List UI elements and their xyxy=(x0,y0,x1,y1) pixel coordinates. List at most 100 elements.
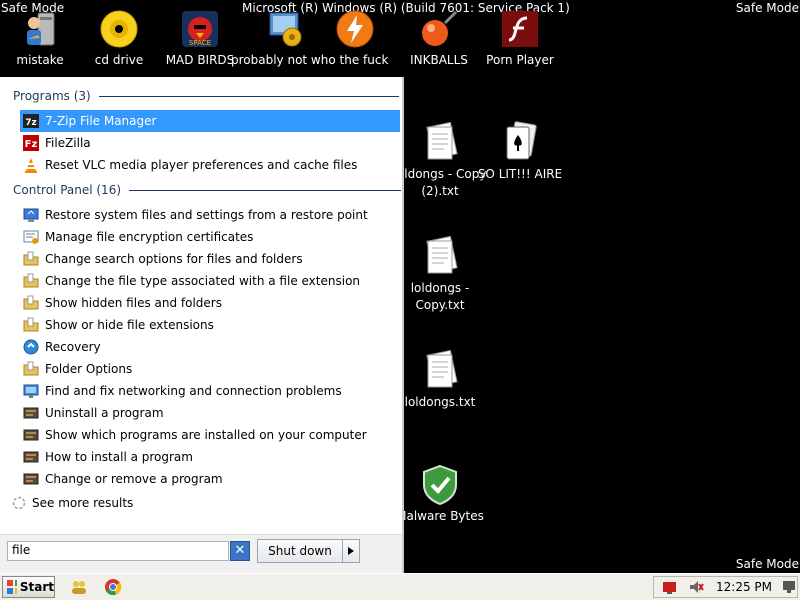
control-panel-item-hidden-files[interactable]: Show hidden files and folders xyxy=(20,292,400,314)
control-panel-label: Change or remove a program xyxy=(45,472,223,486)
heading-divider xyxy=(129,189,402,191)
certificate-icon xyxy=(23,229,39,245)
desktop-icon-label: loldongs.txt xyxy=(404,395,476,409)
svg-text:Fz: Fz xyxy=(25,139,38,150)
programs-heading: Programs (3) xyxy=(13,89,399,103)
control-panel-label: How to install a program xyxy=(45,450,193,464)
desktop-icon-label: probably not who the fuck xyxy=(231,53,389,67)
mad-birds-icon: SPACE xyxy=(180,8,220,50)
action-center-icon[interactable] xyxy=(662,579,678,595)
program-label: 7-Zip File Manager xyxy=(45,114,157,128)
program-label: Reset VLC media player preferences and c… xyxy=(45,158,358,172)
control-panel-label: Manage file encryption certificates xyxy=(45,230,254,244)
folder-options-icon xyxy=(23,273,39,289)
control-panel-item-networking[interactable]: Find and fix networking and connection p… xyxy=(20,380,400,402)
programs-icon xyxy=(23,471,39,487)
filezilla-icon: Fz xyxy=(23,135,39,151)
quicklaunch-item-contacts[interactable] xyxy=(70,578,88,600)
settings-program-icon xyxy=(266,8,306,50)
control-panel-item-file-extensions[interactable]: Show or hide file extensions xyxy=(20,314,400,336)
svg-text:7z: 7z xyxy=(25,118,37,128)
quicklaunch-item-chrome[interactable] xyxy=(104,578,122,600)
heading-divider xyxy=(98,95,399,97)
installer-icon xyxy=(20,8,60,50)
shutdown-options-button[interactable] xyxy=(342,539,360,563)
shutdown-button[interactable]: Shut down xyxy=(257,539,342,563)
desktop-icon-label: Malware Bytes xyxy=(396,509,484,523)
folder-options-icon xyxy=(23,251,39,267)
shield-check-icon xyxy=(420,464,460,506)
see-more-label: See more results xyxy=(32,496,134,510)
desktop-icon-label: SO LIT!!! AIRE xyxy=(477,167,563,181)
control-panel-label: Find and fix networking and connection p… xyxy=(45,384,342,398)
control-panel-item-file-type[interactable]: Change the file type associated with a f… xyxy=(20,270,400,292)
people-icon xyxy=(72,581,86,594)
control-panel-label: Change search options for files and fold… xyxy=(45,252,303,266)
control-panel-heading: Control Panel (16) xyxy=(13,183,402,197)
flash-player-icon xyxy=(500,8,540,50)
search-input[interactable]: file xyxy=(7,541,229,561)
desktop-icon-porn-player[interactable]: Porn Player xyxy=(472,8,568,69)
control-panel-label: Show hidden files and folders xyxy=(45,296,222,310)
control-panel-item-uninstall[interactable]: Uninstall a program xyxy=(20,402,400,424)
recovery-icon xyxy=(23,339,39,355)
search-results-icon xyxy=(12,496,26,510)
desktop-icon-loldongs-copy[interactable]: loldongs - Copy.txt xyxy=(392,235,488,314)
control-panel-item-installed-programs[interactable]: Show which programs are installed on you… xyxy=(20,424,400,446)
control-panel-label: Folder Options xyxy=(45,362,133,376)
folder-options-icon xyxy=(23,295,39,311)
tray-overflow[interactable] xyxy=(782,579,796,599)
clock[interactable]: 12:25 PM xyxy=(716,580,772,594)
control-panel-item-encryption[interactable]: Manage file encryption certificates xyxy=(20,226,400,248)
control-panel-item-recovery[interactable]: Recovery xyxy=(20,336,400,358)
start-menu: Programs (3) 7z 7-Zip File Manager Fz Fi… xyxy=(0,77,404,574)
control-panel-item-change-remove[interactable]: Change or remove a program xyxy=(20,468,400,490)
control-panel-label: Change the file type associated with a f… xyxy=(45,274,361,288)
see-more-results-link[interactable]: See more results xyxy=(12,496,133,510)
program-filezilla[interactable]: Fz FileZilla xyxy=(20,132,400,154)
programs-heading-label: Programs (3) xyxy=(13,89,91,103)
program-vlc-reset[interactable]: Reset VLC media player preferences and c… xyxy=(20,154,400,176)
program-7zip[interactable]: 7z 7-Zip File Manager xyxy=(20,110,400,132)
desktop-icon-inkballs-launcher[interactable] xyxy=(307,8,403,50)
control-panel-label: Restore system files and settings from a… xyxy=(45,208,368,222)
volume-muted-icon[interactable] xyxy=(688,579,704,595)
text-file-icon xyxy=(420,349,460,392)
inkballs-icon xyxy=(419,8,459,50)
text-file-icon xyxy=(420,235,460,278)
programs-icon xyxy=(23,427,39,443)
folder-options-icon xyxy=(23,317,39,333)
programs-icon xyxy=(23,405,39,421)
desktop-icon-malware-bytes[interactable]: Malware Bytes xyxy=(392,464,488,525)
control-panel-label: Show or hide file extensions xyxy=(45,318,214,332)
text-file-icon xyxy=(420,121,460,164)
chrome-icon xyxy=(105,579,122,596)
programs-icon xyxy=(23,449,39,465)
desktop-icon-label: Porn Player xyxy=(486,53,554,67)
taskbar: Start 12:25 PM xyxy=(0,573,800,600)
start-label: Start xyxy=(19,580,54,594)
search-bar: file ✕ Shut down xyxy=(0,534,402,574)
control-panel-label: Recovery xyxy=(45,340,101,354)
desktop-icon-so-lit-aire[interactable]: SO LIT!!! AIRE xyxy=(472,121,568,183)
clear-search-icon[interactable]: ✕ xyxy=(230,541,250,561)
network-icon xyxy=(783,581,795,593)
desktop-icon-label: loldongs - Copy.txt xyxy=(410,281,470,312)
control-panel-item-search-options[interactable]: Change search options for files and fold… xyxy=(20,248,400,270)
folder-options-icon xyxy=(23,361,39,377)
program-label: FileZilla xyxy=(45,136,91,150)
system-restore-icon xyxy=(23,207,39,223)
control-panel-item-restore[interactable]: Restore system files and settings from a… xyxy=(20,204,400,226)
start-button[interactable]: Start xyxy=(2,576,55,598)
cd-drive-icon xyxy=(99,8,139,50)
desktop-icon-loldongs[interactable]: loldongs.txt xyxy=(392,349,488,411)
control-panel-item-folder-options[interactable]: Folder Options xyxy=(20,358,400,380)
safe-mode-watermark-top-right: Safe Mode xyxy=(735,1,799,15)
svg-text:SPACE: SPACE xyxy=(189,39,211,47)
vlc-cone-icon xyxy=(23,157,39,173)
chevron-right-icon xyxy=(348,547,354,555)
control-panel-label: Uninstall a program xyxy=(45,406,164,420)
7zip-icon: 7z xyxy=(23,113,39,129)
control-panel-item-install-program[interactable]: How to install a program xyxy=(20,446,400,468)
windows-logo-icon xyxy=(7,580,17,594)
